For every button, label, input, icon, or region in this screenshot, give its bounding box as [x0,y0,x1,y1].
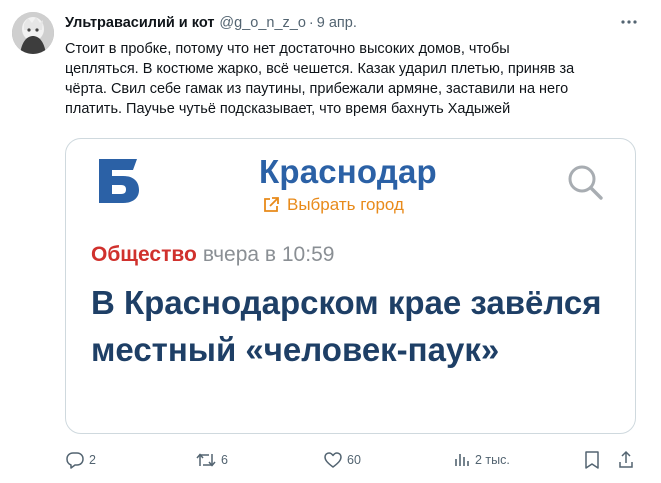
user-handle[interactable]: @g_o_n_z_o [219,15,305,31]
like-count: 60 [347,453,361,467]
reply-count: 2 [89,453,96,467]
city-name: Краснодар [259,153,437,190]
heart-icon [324,452,342,468]
views-count: 2 тыс. [475,453,510,467]
share-button[interactable] [617,448,635,472]
tweet-actions: 2 6 60 2 тыс. [65,448,641,472]
b-letter-logo-icon [93,156,143,206]
reply-icon [66,452,84,469]
link-preview-card[interactable]: Краснодар Выбрать город Общество вчера в… [65,138,636,434]
article-headline[interactable]: В Краснодарском крае завёлся местный «че… [91,279,621,373]
article-time: вчера в 10:59 [202,243,335,266]
tweet-text: Стоит в пробке, потому что нет достаточн… [65,41,575,117]
external-link-icon [264,197,279,212]
search-icon[interactable] [566,163,604,201]
tweet-date[interactable]: 9 апр. [317,15,357,31]
like-button[interactable]: 60 [323,448,361,472]
choose-city-label: Выбрать город [287,195,404,214]
article-meta: Общество вчера в 10:59 [91,243,334,267]
views-button[interactable]: 2 тыс. [453,448,510,472]
views-chart-icon [455,454,469,466]
choose-city-link[interactable]: Выбрать город [262,195,404,215]
article-category[interactable]: Общество [91,243,197,267]
retweet-count: 6 [221,453,228,467]
bookmark-button[interactable] [583,448,601,472]
share-icon [619,450,633,468]
retweet-icon [196,453,216,467]
reply-button[interactable]: 2 [65,448,96,472]
avatar[interactable] [12,12,54,54]
display-name[interactable]: Ультравасилий и кот [65,15,214,31]
more-options-icon[interactable] [619,12,639,32]
bookmark-icon [585,451,599,469]
separator-dot: · [308,15,314,31]
avatar-image [12,12,54,54]
retweet-button[interactable]: 6 [195,448,228,472]
tweet-header: Ультравасилий и кот @g_o_n_z_o · 9 апр. [65,13,641,33]
